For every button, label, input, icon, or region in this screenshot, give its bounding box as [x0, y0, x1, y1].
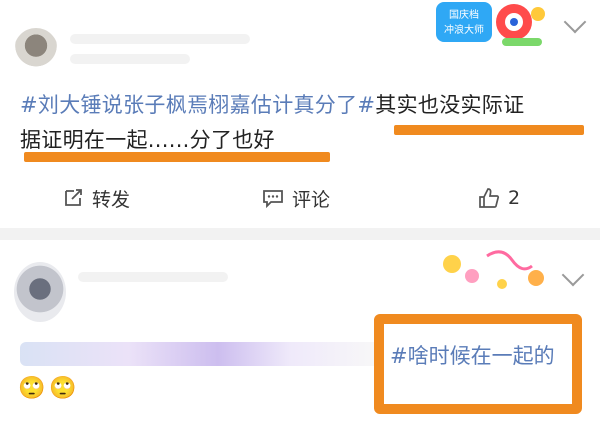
- blurred-meta: [70, 54, 190, 64]
- blurred-username: [78, 272, 228, 282]
- share-icon: [65, 189, 82, 206]
- comment-button[interactable]: 评论: [262, 176, 330, 220]
- chevron-down-icon[interactable]: [561, 263, 585, 287]
- thumbs-up-icon: [479, 188, 500, 208]
- highlight-underline: [24, 152, 330, 162]
- svg-text:国庆档: 国庆档: [449, 8, 479, 21]
- blurred-post-text: [20, 342, 380, 366]
- avatar[interactable]: [14, 28, 58, 72]
- eye-roll-emoji-icon: 🙄: [18, 376, 46, 401]
- repost-button[interactable]: 转发: [62, 176, 130, 220]
- highlight-underline: [394, 125, 584, 135]
- post-separator: [0, 228, 600, 240]
- emoji-row: 🙄 🙄: [18, 376, 77, 401]
- action-bar: 转发 评论 2: [0, 176, 600, 220]
- highlight-box: [374, 314, 582, 414]
- avatar[interactable]: [14, 262, 66, 322]
- post-text: #刘大锤说张子枫焉栩嘉估计真分了#其实也没实际证 据证明在一起......分了也…: [20, 93, 525, 152]
- eye-roll-emoji-icon: 🙄: [49, 376, 77, 401]
- feed-post-1[interactable]: 国庆档 冲浪大师 #刘大锤说张子枫焉栩嘉估计真分了#其实也没实际证 据证明在一起…: [0, 0, 600, 228]
- like-button[interactable]: 2: [478, 176, 520, 220]
- holiday-badge-icon: 国庆档 冲浪大师: [436, 2, 545, 46]
- blurred-username: [70, 34, 250, 44]
- chevron-down-icon[interactable]: [563, 10, 587, 34]
- decoration-sticker-icon: [443, 250, 544, 289]
- svg-text:冲浪大师: 冲浪大师: [444, 23, 484, 36]
- comment-icon: [263, 190, 283, 209]
- hashtag-link[interactable]: #刘大锤说张子枫焉栩嘉估计真分了#: [20, 93, 375, 117]
